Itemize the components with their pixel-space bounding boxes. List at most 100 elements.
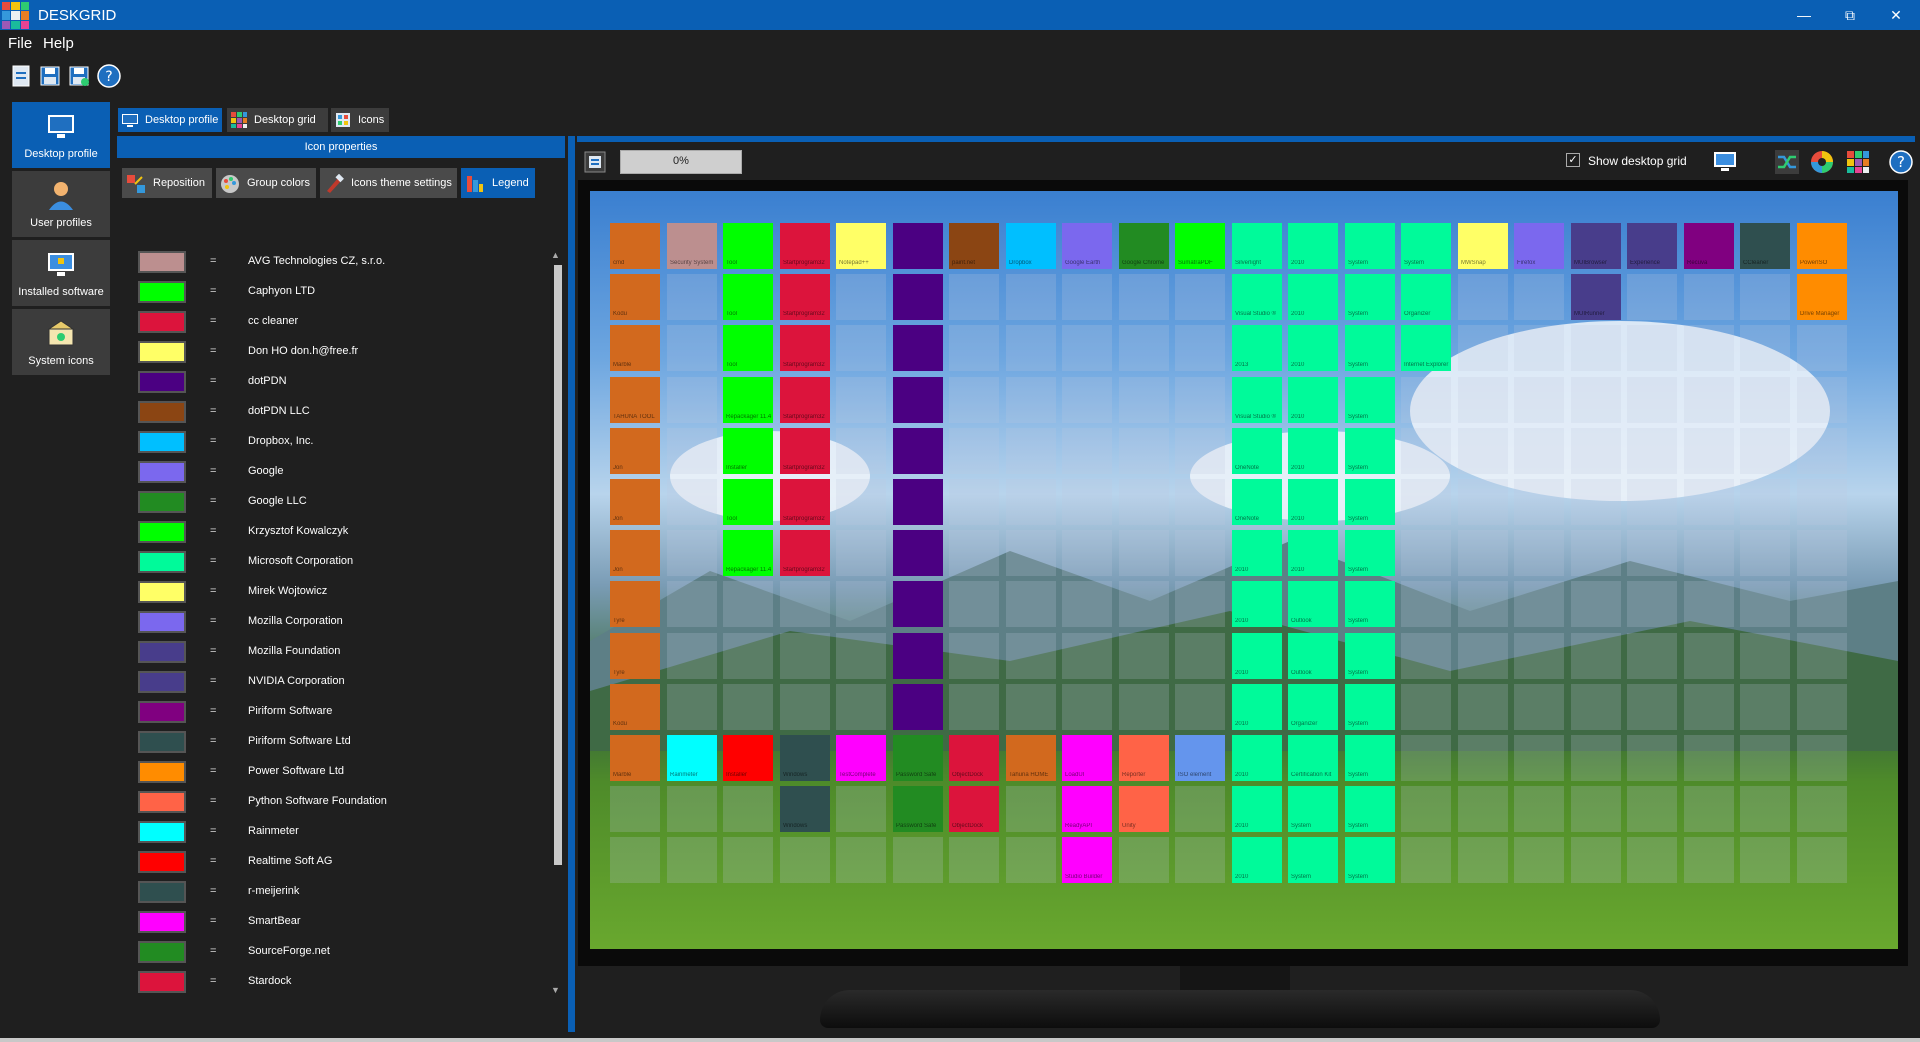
legend-color-swatch[interactable] [138,371,186,393]
empty-grid-cell[interactable] [1175,274,1225,320]
desktop-icon-tile[interactable]: 2010 [1288,530,1338,576]
empty-grid-cell[interactable] [1797,684,1847,730]
empty-grid-cell[interactable] [1006,581,1056,627]
empty-grid-cell[interactable] [1062,479,1112,525]
desktop-icon-tile[interactable]: Password Safe [893,735,943,781]
desktop-icon-tile[interactable]: 2010 [1232,581,1282,627]
desktop-icon-tile[interactable]: Google Chrome [1119,223,1169,269]
desktop-icon-tile[interactable]: System [1345,274,1395,320]
desktop-icon-tile[interactable]: Tyre [610,633,660,679]
empty-grid-cell[interactable] [836,837,886,883]
empty-grid-cell[interactable] [1514,428,1564,474]
desktop-icon-tile[interactable]: 2010 [1288,377,1338,423]
desktop-icon-tile[interactable]: Organizer [1288,684,1338,730]
empty-grid-cell[interactable] [1627,786,1677,832]
empty-grid-cell[interactable] [1684,581,1734,627]
desktop-icon-tile[interactable]: Google Earth [1062,223,1112,269]
empty-grid-cell[interactable] [893,837,943,883]
empty-grid-cell[interactable] [1062,581,1112,627]
legend-color-swatch[interactable] [138,761,186,783]
empty-grid-cell[interactable] [836,274,886,320]
preview-help-button[interactable]: ? [1888,149,1914,175]
empty-grid-cell[interactable] [1119,377,1169,423]
desktop-icon-tile[interactable]: Repackager 11.4 [723,377,773,423]
empty-grid-cell[interactable] [1401,837,1451,883]
empty-grid-cell[interactable] [1062,684,1112,730]
empty-grid-cell[interactable] [1684,377,1734,423]
desktop-icon-tile[interactable]: System [1401,223,1451,269]
empty-grid-cell[interactable] [1740,581,1790,627]
empty-grid-cell[interactable] [949,274,999,320]
desktop-icon-tile[interactable]: Installer [723,428,773,474]
empty-grid-cell[interactable] [1740,735,1790,781]
empty-grid-cell[interactable] [1740,837,1790,883]
desktop-icon-tile[interactable]: OneNote [1232,428,1282,474]
empty-grid-cell[interactable] [667,684,717,730]
desktop-icon-tile[interactable]: Startprogram32 [780,274,830,320]
empty-grid-cell[interactable] [1571,786,1621,832]
desktop-icon-tile[interactable]: Repackager 11.4 [723,530,773,576]
empty-grid-cell[interactable] [723,581,773,627]
empty-grid-cell[interactable] [1401,786,1451,832]
empty-grid-cell[interactable] [1006,530,1056,576]
desktop-icon-tile[interactable]: PowerISO [1797,223,1847,269]
desktop-icon-tile[interactable]: Recuva [1684,223,1734,269]
empty-grid-cell[interactable] [1684,428,1734,474]
menu-help[interactable]: Help [43,35,74,52]
legend-color-swatch[interactable] [138,461,186,483]
empty-grid-cell[interactable] [1627,735,1677,781]
desktop-icon-tile[interactable]: Drive Manager [1797,274,1847,320]
desktop-icon-tile[interactable]: Firefox [1514,223,1564,269]
empty-grid-cell[interactable] [949,837,999,883]
empty-grid-cell[interactable] [949,633,999,679]
empty-grid-cell[interactable] [1401,428,1451,474]
empty-grid-cell[interactable] [1571,377,1621,423]
subtab-legend[interactable]: Legend [461,168,535,198]
shuffle-button[interactable] [1774,149,1800,175]
empty-grid-cell[interactable] [1401,581,1451,627]
empty-grid-cell[interactable] [780,837,830,883]
desktop-icon-tile[interactable]: Silverlight [1232,223,1282,269]
empty-grid-cell[interactable] [1797,581,1847,627]
desktop-icon-tile[interactable]: Internet Explorer [1401,325,1451,371]
empty-grid-cell[interactable] [1514,581,1564,627]
empty-grid-cell[interactable] [1006,837,1056,883]
empty-grid-cell[interactable] [1458,633,1508,679]
desktop-icon-tile[interactable]: Windows [780,735,830,781]
desktop-icon-tile[interactable]: Windows [780,786,830,832]
legend-color-swatch[interactable] [138,551,186,573]
desktop-icon-tile[interactable]: System [1345,377,1395,423]
legend-color-swatch[interactable] [138,341,186,363]
empty-grid-cell[interactable] [1062,530,1112,576]
panel-splitter[interactable] [568,136,575,1032]
desktop-icon-tile[interactable]: ReadyAPI [1062,786,1112,832]
empty-grid-cell[interactable] [949,581,999,627]
desktop-icon-tile[interactable]: Rainmeter [667,735,717,781]
desktop-icon-tile[interactable]: CCleaner [1740,223,1790,269]
grid-view-button[interactable] [1845,149,1871,175]
empty-grid-cell[interactable] [1571,837,1621,883]
empty-grid-cell[interactable] [1175,428,1225,474]
desktop-icon-tile[interactable] [893,325,943,371]
desktop-icon-tile[interactable]: 2013 [1232,325,1282,371]
minimize-button[interactable]: — [1782,0,1826,30]
desktop-icon-tile[interactable]: Certification Kit [1288,735,1338,781]
scroll-up-icon[interactable]: ▲ [551,250,560,260]
empty-grid-cell[interactable] [1684,735,1734,781]
empty-grid-cell[interactable] [1458,428,1508,474]
empty-grid-cell[interactable] [1684,633,1734,679]
new-profile-button[interactable] [10,64,34,90]
empty-grid-cell[interactable] [1514,274,1564,320]
empty-grid-cell[interactable] [1797,786,1847,832]
desktop-icon-tile[interactable]: Reporter [1119,735,1169,781]
menu-file[interactable]: File [8,35,32,52]
empty-grid-cell[interactable] [1571,479,1621,525]
empty-grid-cell[interactable] [667,274,717,320]
empty-grid-cell[interactable] [1514,633,1564,679]
desktop-icon-tile[interactable] [893,274,943,320]
empty-grid-cell[interactable] [836,684,886,730]
empty-grid-cell[interactable] [1175,377,1225,423]
desktop-icon-tile[interactable] [893,633,943,679]
empty-grid-cell[interactable] [1627,581,1677,627]
empty-grid-cell[interactable] [1627,377,1677,423]
